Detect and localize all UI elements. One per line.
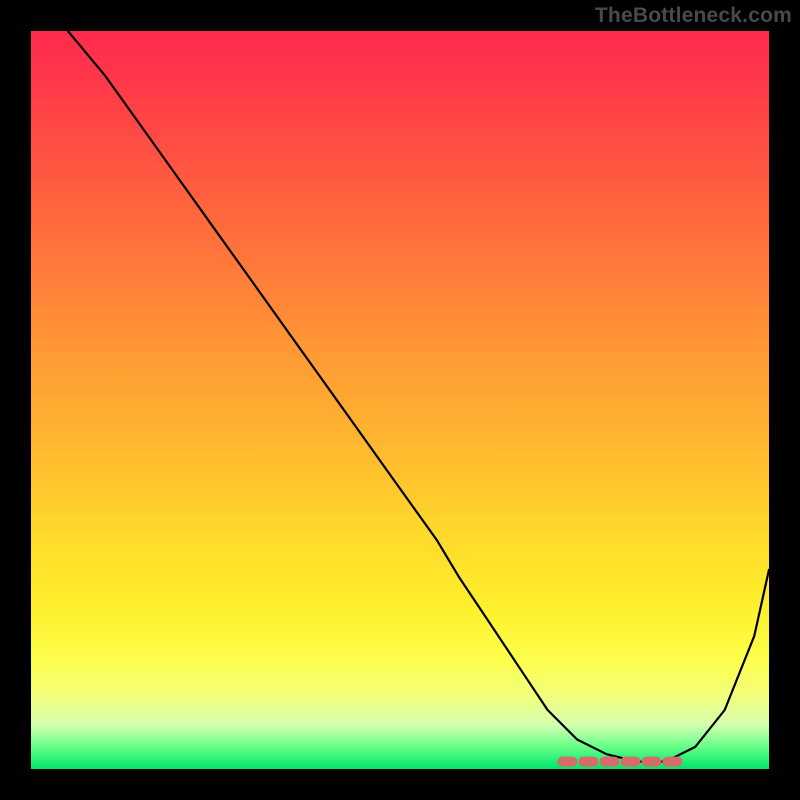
bottleneck-curve-svg: [31, 31, 769, 769]
plot-area: [31, 31, 769, 769]
chart-frame: TheBottleneck.com: [0, 0, 800, 800]
bottleneck-curve-line: [68, 31, 769, 762]
watermark-text: TheBottleneck.com: [595, 4, 792, 28]
